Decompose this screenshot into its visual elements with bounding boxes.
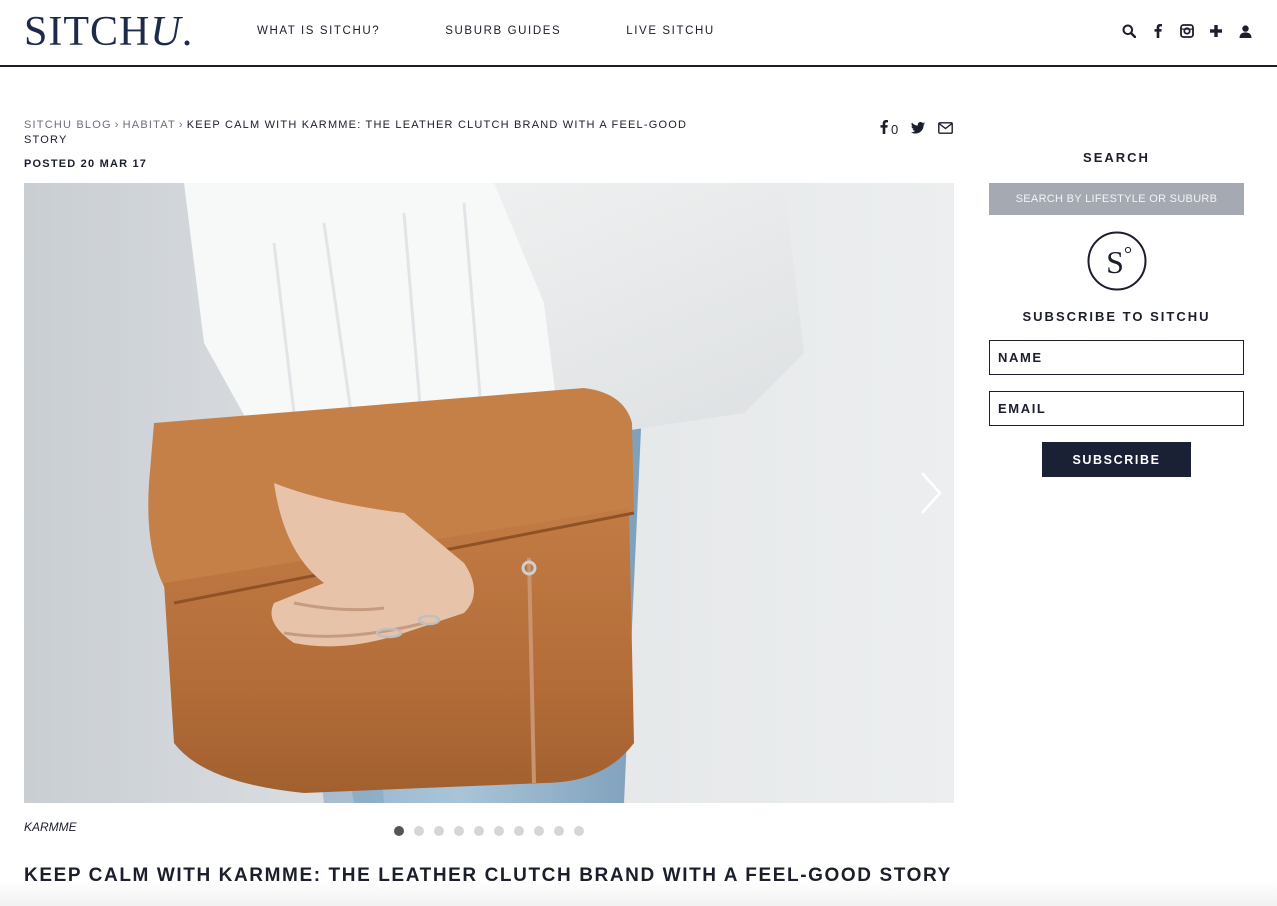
- clutch-photo: [24, 183, 954, 803]
- search-input[interactable]: SEARCH BY LIFESTYLE OR SUBURB: [989, 183, 1244, 215]
- instagram-icon[interactable]: [1179, 22, 1195, 40]
- share-email[interactable]: [938, 121, 954, 139]
- facebook-icon[interactable]: [1150, 22, 1166, 40]
- name-field[interactable]: NAME: [989, 340, 1244, 375]
- logo-text-dot: .: [181, 9, 194, 55]
- logo-text: SITCH: [24, 9, 151, 55]
- chevron-right-icon: [921, 472, 942, 514]
- sitchu-s-logo: S: [1087, 231, 1147, 291]
- header-icons: [1108, 22, 1253, 40]
- article-title: KEEP CALM WITH KARMME: THE LEATHER CLUTC…: [24, 865, 952, 886]
- user-icon[interactable]: [1237, 22, 1253, 40]
- sitchu-logo[interactable]: SITCHU.: [24, 10, 193, 54]
- breadcrumb-sitchu-blog[interactable]: SITCHU BLOG: [24, 119, 112, 131]
- main-nav: WHAT IS SITCHU? SUBURB GUIDES LIVE SITCH…: [257, 24, 780, 38]
- image-caption: KARMME: [24, 820, 77, 834]
- share-bar: 0: [880, 120, 954, 139]
- search-icon[interactable]: [1121, 22, 1137, 40]
- facebook-icon: [880, 120, 888, 139]
- gallery-dot[interactable]: [494, 826, 504, 836]
- twitter-icon: [911, 121, 926, 139]
- nav-what-is-sitchu[interactable]: WHAT IS SITCHU?: [257, 24, 380, 38]
- logo-text-u: U: [150, 9, 182, 55]
- gallery-dots: [394, 826, 594, 836]
- share-facebook[interactable]: 0: [880, 120, 898, 139]
- gallery-dot[interactable]: [514, 826, 524, 836]
- gallery-dot[interactable]: [434, 826, 444, 836]
- gallery-dot[interactable]: [574, 826, 584, 836]
- site-header: SITCHU. WHAT IS SITCHU? SUBURB GUIDES LI…: [0, 0, 1277, 67]
- subscribe-heading: SUBSCRIBE TO SITCHU: [1022, 309, 1211, 324]
- subscribe-button[interactable]: SUBSCRIBE: [1042, 442, 1191, 477]
- gallery-dot[interactable]: [394, 826, 404, 836]
- s-logo-letter: S: [1106, 244, 1124, 280]
- nav-suburb-guides[interactable]: SUBURB GUIDES: [445, 24, 561, 38]
- gallery-dot[interactable]: [554, 826, 564, 836]
- sidebar: SEARCH SEARCH BY LIFESTYLE OR SUBURB S S…: [989, 150, 1244, 477]
- gallery-image: [24, 183, 954, 803]
- gallery-dot[interactable]: [454, 826, 464, 836]
- plus-icon[interactable]: [1208, 22, 1224, 40]
- breadcrumb: SITCHU BLOG › HABITAT › KEEP CALM WITH KARMM…: [24, 118, 704, 148]
- share-twitter[interactable]: [911, 121, 926, 139]
- nav-live-sitchu[interactable]: LIVE SITCHU: [626, 24, 715, 38]
- gallery-dot[interactable]: [414, 826, 424, 836]
- gallery-dot[interactable]: [534, 826, 544, 836]
- breadcrumb-habitat[interactable]: HABITAT: [123, 119, 176, 131]
- breadcrumb-separator: ›: [178, 119, 184, 131]
- email-field[interactable]: EMAIL: [989, 391, 1244, 426]
- email-icon: [938, 121, 954, 139]
- posted-date: POSTED 20 MAR 17: [24, 158, 148, 170]
- next-slide-button[interactable]: [916, 469, 946, 517]
- breadcrumb-separator: ›: [114, 119, 120, 131]
- search-heading: SEARCH: [1083, 150, 1150, 165]
- facebook-share-count: 0: [891, 122, 899, 137]
- gallery-dot[interactable]: [474, 826, 484, 836]
